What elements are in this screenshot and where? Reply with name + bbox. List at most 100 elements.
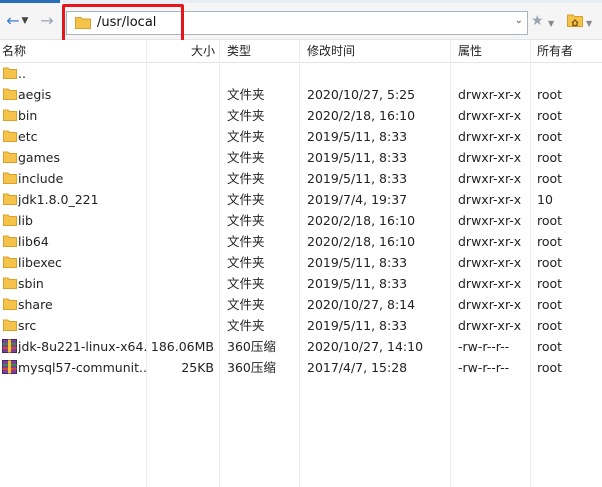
file-modified: 2019/5/11, 8:33: [307, 150, 408, 165]
list-item[interactable]: sbin 文件夹 2019/5/11, 8:33 drwxr-xr-x root: [0, 273, 602, 294]
file-attr: [458, 63, 532, 84]
file-modified: 2019/5/11, 8:33: [307, 318, 408, 333]
file-modified: 2020/10/27, 14:10: [307, 339, 424, 354]
column-modified-header[interactable]: 修改时间: [307, 40, 355, 62]
file-type: 文件夹: [227, 318, 265, 333]
column-header: 名称 大小 类型 修改时间 属性 所有者: [0, 40, 602, 63]
list-item[interactable]: share 文件夹 2020/10/27, 8:14 drwxr-xr-x root: [0, 294, 602, 315]
file-type: 文件夹: [227, 297, 265, 312]
list-item[interactable]: lib64 文件夹 2020/2/18, 16:10 drwxr-xr-x root: [0, 231, 602, 252]
file-attr: drwxr-xr-x: [458, 255, 522, 270]
file-modified: 2019/7/4, 19:37: [307, 192, 408, 207]
file-attr: drwxr-xr-x: [458, 108, 522, 123]
folder-icon: [3, 172, 17, 184]
list-item[interactable]: etc 文件夹 2019/5/11, 8:33 drwxr-xr-x root: [0, 126, 602, 147]
list-item[interactable]: libexec 文件夹 2019/5/11, 8:33 drwxr-xr-x root: [0, 252, 602, 273]
star-icon[interactable]: ★: [531, 13, 544, 29]
list-item[interactable]: jdk-8u221-linux-x64... 186.06MB 360压缩 2020/…: [0, 336, 602, 357]
column-owner-header[interactable]: 所有者: [537, 40, 573, 62]
file-name: ..: [18, 66, 26, 81]
list-item[interactable]: lib 文件夹 2020/2/18, 16:10 drwxr-xr-x root: [0, 210, 602, 231]
folder-icon: [3, 235, 17, 247]
list-item[interactable]: ..: [0, 63, 602, 84]
file-name: libexec: [18, 255, 62, 270]
column-size-header[interactable]: 大小: [191, 40, 215, 62]
home-folder-icon[interactable]: [567, 13, 583, 27]
file-name: lib64: [18, 234, 49, 249]
archive-icon: [2, 339, 17, 353]
file-type: 文件夹: [227, 129, 265, 144]
list-item[interactable]: jdk1.8.0_221 文件夹 2019/7/4, 19:37 drwxr-xr-x…: [0, 189, 602, 210]
file-owner: root: [537, 339, 563, 354]
file-owner: root: [537, 213, 563, 228]
file-type: 文件夹: [227, 255, 265, 270]
file-owner: [537, 63, 597, 84]
folder-icon: [3, 88, 17, 100]
file-attr: -rw-r--r--: [458, 360, 510, 375]
file-modified: 2019/5/11, 8:33: [307, 171, 408, 186]
file-type: 360压缩: [227, 360, 276, 375]
list-item[interactable]: games 文件夹 2019/5/11, 8:33 drwxr-xr-x root: [0, 147, 602, 168]
folder-icon: [3, 319, 17, 331]
file-owner: root: [537, 255, 563, 270]
file-owner: root: [537, 360, 563, 375]
file-modified: 2020/2/18, 16:10: [307, 213, 416, 228]
file-name: bin: [18, 108, 38, 123]
file-type: 文件夹: [227, 87, 265, 102]
folder-icon: [3, 130, 17, 142]
home-dropdown-chevron-icon[interactable]: ▼: [586, 16, 592, 32]
file-size: [148, 84, 214, 105]
file-name: jdk1.8.0_221: [18, 192, 99, 207]
file-name: src: [18, 318, 37, 333]
path-dropdown-chevron-icon[interactable]: ⌄: [515, 15, 523, 26]
file-attr: drwxr-xr-x: [458, 192, 522, 207]
file-name: lib: [18, 213, 33, 228]
file-name: games: [18, 150, 60, 165]
file-owner: 10: [537, 192, 553, 207]
file-size: [148, 252, 214, 273]
file-size: [148, 294, 214, 315]
file-modified: 2019/5/11, 8:33: [307, 129, 408, 144]
file-type: 文件夹: [227, 276, 265, 291]
list-item[interactable]: src 文件夹 2019/5/11, 8:33 drwxr-xr-x root: [0, 315, 602, 336]
folder-icon: [3, 256, 17, 268]
file-owner: root: [537, 87, 563, 102]
file-type: [227, 63, 297, 84]
column-type-header[interactable]: 类型: [227, 40, 251, 62]
file-size: [148, 231, 214, 252]
file-attr: drwxr-xr-x: [458, 234, 522, 249]
file-modified: 2020/2/18, 16:10: [307, 234, 416, 249]
folder-icon: [3, 151, 17, 163]
list-item[interactable]: aegis 文件夹 2020/10/27, 5:25 drwxr-xr-x root: [0, 84, 602, 105]
file-attr: drwxr-xr-x: [458, 276, 522, 291]
file-modified: 2019/5/11, 8:33: [307, 255, 408, 270]
file-attr: drwxr-xr-x: [458, 150, 522, 165]
forward-arrow-icon[interactable]: →: [36, 11, 58, 31]
file-owner: root: [537, 234, 563, 249]
list-item[interactable]: mysql57-communit... 25KB 360压缩 2017/4/7, 15…: [0, 357, 602, 378]
file-size: [148, 63, 214, 84]
file-type: 文件夹: [227, 171, 265, 186]
column-attr-header[interactable]: 属性: [458, 40, 482, 62]
list-item[interactable]: include 文件夹 2019/5/11, 8:33 drwxr-xr-x root: [0, 168, 602, 189]
file-type: 360压缩: [227, 339, 276, 354]
file-owner: root: [537, 171, 563, 186]
file-owner: root: [537, 318, 563, 333]
folder-icon: [3, 109, 17, 121]
folder-icon: [3, 298, 17, 310]
star-dropdown-chevron-icon[interactable]: ▼: [548, 16, 554, 32]
file-attr: drwxr-xr-x: [458, 171, 522, 186]
back-dropdown-chevron-icon[interactable]: ▼: [20, 11, 30, 31]
file-name: etc: [18, 129, 38, 144]
folder-icon: [3, 277, 17, 289]
file-name: sbin: [18, 276, 44, 291]
file-type: 文件夹: [227, 108, 265, 123]
file-size: [148, 210, 214, 231]
list-item[interactable]: bin 文件夹 2020/2/18, 16:10 drwxr-xr-x root: [0, 105, 602, 126]
file-attr: drwxr-xr-x: [458, 129, 522, 144]
column-name-header[interactable]: 名称: [2, 40, 26, 62]
file-modified: 2020/10/27, 5:25: [307, 87, 416, 102]
file-owner: root: [537, 150, 563, 165]
file-type: 文件夹: [227, 234, 265, 249]
file-size: [148, 315, 214, 336]
